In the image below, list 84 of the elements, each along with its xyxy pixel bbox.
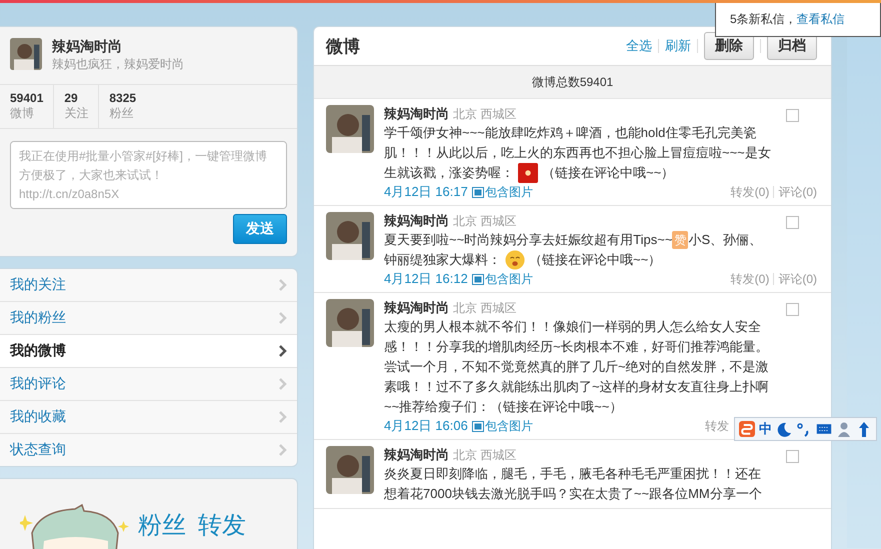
post-text: 太瘦的男人根本就不爷们！！像娘们一样弱的男人怎么给女人安全 bbox=[384, 318, 761, 336]
post-text: 学千颂伊女神~~~能放肆吃炸鸡＋啤酒，也能hold住零毛孔完美瓷 bbox=[384, 124, 756, 142]
post-location: 北京 西城区 bbox=[453, 106, 516, 123]
comment-link[interactable]: 评论(0) bbox=[778, 184, 817, 200]
post-count: 微博总数59401 bbox=[532, 74, 614, 90]
post-text: 素哦！！过不了多久就能练出肌肉了~这样的身材女友直往身上扑啊 bbox=[384, 378, 769, 396]
image-icon bbox=[472, 420, 484, 432]
post-text: （链接在评论中哦~~） bbox=[529, 251, 662, 269]
stat-value: 29 bbox=[64, 91, 79, 105]
promo-word: 粉丝 bbox=[138, 511, 186, 541]
comment-link[interactable]: 评论(0) bbox=[778, 270, 817, 288]
sidebar-item[interactable]: 我的关注 bbox=[0, 269, 297, 302]
ime-mode-button[interactable]: 中 bbox=[759, 420, 772, 438]
send-button[interactable]: 发送 bbox=[233, 214, 287, 244]
post-text: 夏天要到啦~~时尚辣妈分享去妊娠纹超有用Tips~~ bbox=[384, 231, 672, 249]
avatar-photo bbox=[326, 299, 374, 347]
like-emoticon: 赞 bbox=[672, 231, 688, 249]
post-text: 感！！！分享我的增肌肉经历~长肉根本不难，好哥们推荐鸿能量。 bbox=[384, 338, 769, 356]
avatar-photo bbox=[326, 446, 374, 494]
stat-label: 微博 bbox=[10, 105, 35, 122]
promo-word: 转发 bbox=[198, 511, 246, 541]
author-name[interactable]: 辣妈淘时尚 bbox=[384, 212, 449, 230]
author-name[interactable]: 辣妈淘时尚 bbox=[384, 299, 449, 317]
user-icon[interactable] bbox=[836, 421, 852, 437]
image-link[interactable]: 包含图片 bbox=[472, 418, 533, 434]
post-time-link[interactable]: 4月12日 16:06 bbox=[384, 417, 468, 435]
post-text: 肌！！！从此以后，吃上火的东西再也不担心脸上冒痘痘啦~~~是女 bbox=[384, 144, 771, 162]
sparkle-emoticon-icon bbox=[518, 163, 538, 183]
profile-name: 辣妈淘时尚 bbox=[52, 38, 123, 56]
profile-bio: 辣妈也疯狂，辣妈爱时尚 bbox=[52, 56, 184, 73]
chevron-icon bbox=[279, 312, 287, 324]
post-text: （链接在评论中哦~~） bbox=[542, 164, 674, 182]
stat-value: 8325 bbox=[109, 91, 136, 105]
avatar-photo bbox=[326, 105, 374, 153]
post-time-link[interactable]: 4月12日 16:17 bbox=[384, 183, 468, 201]
notification-text: 5条新私信， bbox=[730, 11, 797, 28]
chevron-icon bbox=[279, 378, 287, 390]
chevron-icon bbox=[279, 345, 287, 357]
post-location: 北京 西城区 bbox=[453, 447, 516, 464]
post-checkbox[interactable] bbox=[786, 109, 799, 122]
sidebar-item[interactable]: 我的收藏 bbox=[0, 401, 297, 434]
post-text: 想着花7000块钱去激光脱手吗？实在太贵了~~跟各位MM分享一个 bbox=[384, 485, 762, 503]
view-messages-link[interactable]: 查看私信 bbox=[796, 11, 845, 28]
stat-label: 关注 bbox=[64, 105, 88, 122]
post-checkbox[interactable] bbox=[786, 216, 799, 229]
avatar-photo bbox=[326, 212, 374, 260]
moon-icon[interactable] bbox=[776, 421, 792, 437]
chevron-icon bbox=[279, 279, 287, 291]
post-text: 生就该戳，涨姿势喔： bbox=[384, 164, 514, 182]
sidebar-item[interactable]: 我的微博 bbox=[0, 335, 297, 368]
up-arrow-icon[interactable] bbox=[856, 421, 872, 437]
post-text: 钟丽缇独家大爆料： bbox=[384, 251, 501, 269]
repost-link[interactable]: 转发(0) bbox=[730, 184, 770, 200]
image-link[interactable]: 包含图片 bbox=[472, 270, 533, 288]
smiley-emoticon-icon bbox=[505, 250, 525, 270]
ime-logo-icon bbox=[739, 421, 755, 437]
sidebar-item[interactable]: 状态查询 bbox=[0, 434, 297, 466]
post-text: 小S、孙俪、 bbox=[688, 231, 762, 249]
stat-value: 59401 bbox=[10, 91, 44, 105]
post-location: 北京 西城区 bbox=[453, 213, 516, 230]
image-icon bbox=[472, 186, 484, 198]
chevron-icon bbox=[279, 444, 287, 456]
stat-label: 粉丝 bbox=[109, 105, 134, 122]
author-name[interactable]: 辣妈淘时尚 bbox=[384, 105, 449, 123]
chevron-icon bbox=[279, 411, 287, 423]
post-text: 尝试一个月，不知不觉竟然真的胖了几斤~绝对的自然发胖，不是激 bbox=[384, 358, 769, 376]
author-name[interactable]: 辣妈淘时尚 bbox=[384, 446, 449, 464]
post-checkbox[interactable] bbox=[786, 450, 799, 463]
keyboard-icon[interactable] bbox=[816, 421, 832, 437]
sidebar-item[interactable]: 我的评论 bbox=[0, 368, 297, 401]
avatar-photo bbox=[10, 38, 42, 70]
post-input-field[interactable]: 我正在使用#批量小管家#[好棒]，一键管理微博方便极了，大家也来试试！ http://t.cn/z0a8n5X bbox=[10, 141, 287, 209]
feed-title: 微博 bbox=[326, 36, 360, 58]
post-time-link[interactable]: 4月12日 16:12 bbox=[384, 270, 468, 288]
post-text: ~~推荐给瘦子们：（链接在评论中哦~~） bbox=[384, 398, 622, 416]
post-checkbox[interactable] bbox=[786, 303, 799, 316]
post-text: 炎炎夏日即刻降临，腿毛，手毛，腋毛各种毛毛严重困扰！！还在 bbox=[384, 465, 761, 483]
toolbar-link[interactable]: 刷新 bbox=[665, 37, 691, 55]
image-link[interactable]: 包含图片 bbox=[472, 184, 533, 200]
repost-link[interactable]: 转发(0) bbox=[730, 270, 770, 288]
toolbar-link[interactable]: 全选 bbox=[626, 37, 652, 55]
post-location: 北京 西城区 bbox=[453, 300, 516, 317]
image-icon bbox=[472, 274, 484, 284]
repost-link[interactable]: 转发 bbox=[705, 418, 729, 434]
